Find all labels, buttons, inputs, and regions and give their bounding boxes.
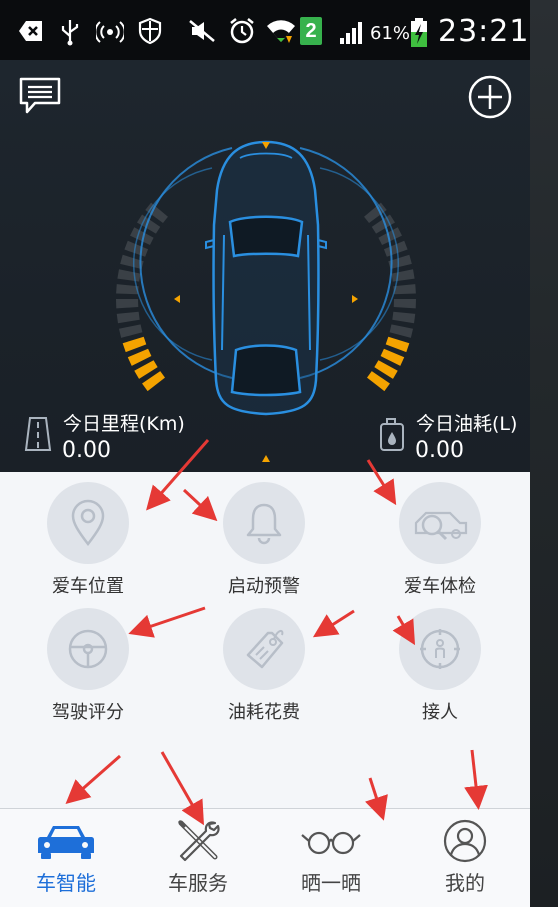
gauge-segment <box>392 311 416 324</box>
function-car-location[interactable]: 爱车位置 <box>13 482 163 602</box>
dashboard-panel: 今日里程(Km) 0.00 今日油耗(L) 0.00 <box>0 60 530 472</box>
mute-icon <box>189 20 215 42</box>
phone-screen: 2 61% 23:21 今日里程(Km) 0.00 今日油耗(L) 0.00 爱… <box>0 0 530 907</box>
fuel-value: 0.00 <box>415 438 464 463</box>
tab-car-smart[interactable]: 车智能 <box>11 809 121 907</box>
usb-icon <box>61 20 79 46</box>
gauge-segment <box>116 299 139 309</box>
function-label: 爱车体检 <box>404 576 476 597</box>
gauge-segment <box>127 348 152 366</box>
mileage-label: 今日里程(Km) <box>63 413 185 435</box>
function-icon-circle <box>223 608 305 690</box>
gauge-segment <box>389 324 414 338</box>
tab-label: 车智能 <box>36 871 96 895</box>
function-icon-circle <box>223 482 305 564</box>
status-time: 23:21 <box>438 14 530 49</box>
status-bar: 2 61% 23:21 <box>0 0 530 60</box>
road-icon <box>24 417 52 451</box>
user-icon <box>443 819 487 863</box>
battery-percent: 61% <box>370 23 411 44</box>
steering-wheel-icon <box>68 629 108 669</box>
signal-icon <box>340 22 362 44</box>
function-pick-up[interactable]: 接人 <box>365 608 515 728</box>
location-pin-icon <box>71 499 105 547</box>
gauge-segment <box>118 324 143 338</box>
function-car-checkup[interactable]: 爱车体检 <box>365 482 515 602</box>
tab-share[interactable]: 晒一晒 <box>276 809 386 907</box>
gauge-segment <box>393 299 416 309</box>
compass-person-icon <box>420 629 460 669</box>
hotspot-icon <box>96 21 124 43</box>
alarm-icon <box>230 18 254 44</box>
back-icon <box>19 21 42 41</box>
function-grid: 爱车位置 启动预警 爱车体检 驾驶评分 油耗花费 接人 <box>0 472 530 808</box>
glasses-icon <box>301 831 361 855</box>
function-icon-circle <box>47 482 129 564</box>
bell-icon <box>246 503 282 545</box>
mileage-value: 0.00 <box>62 438 111 463</box>
price-tag-icon <box>246 629 284 669</box>
sim-icon: 2 <box>300 17 322 45</box>
tab-mine[interactable]: 我的 <box>410 809 520 907</box>
background-edge <box>530 0 558 907</box>
function-icon-circle <box>47 608 129 690</box>
tab-label: 晒一晒 <box>301 871 361 895</box>
car-outline-icon <box>205 140 327 416</box>
car-icon <box>38 826 94 859</box>
car-search-icon <box>414 511 468 541</box>
function-label: 驾驶评分 <box>52 702 124 723</box>
function-label: 启动预警 <box>228 576 300 597</box>
function-icon-circle <box>399 482 481 564</box>
function-driving-score[interactable]: 驾驶评分 <box>13 608 163 728</box>
gauge-segment <box>391 269 415 282</box>
function-label: 油耗花费 <box>228 702 300 723</box>
shield-icon <box>138 17 162 45</box>
gauge-segment <box>122 336 147 353</box>
tools-icon <box>177 819 220 862</box>
gauge-segment <box>117 269 141 282</box>
function-fuel-cost[interactable]: 油耗花费 <box>189 608 339 728</box>
function-icon-circle <box>399 608 481 690</box>
gauge-segment <box>380 348 405 366</box>
battery-charging-icon <box>411 18 427 47</box>
tab-label: 我的 <box>445 871 485 895</box>
tab-label: 车服务 <box>168 871 228 895</box>
tab-car-service[interactable]: 车服务 <box>143 809 253 907</box>
gauge-segment <box>385 336 410 353</box>
fuel-icon <box>380 418 404 451</box>
wifi-icon <box>267 20 295 43</box>
bottom-tab-bar: 车智能 车服务 晒一晒 我的 <box>0 808 530 907</box>
fuel-label: 今日油耗(L) <box>416 413 518 435</box>
function-label: 接人 <box>422 702 458 723</box>
function-label: 爱车位置 <box>52 576 124 597</box>
gauge-segment <box>116 311 140 324</box>
function-start-alert[interactable]: 启动预警 <box>189 482 339 602</box>
